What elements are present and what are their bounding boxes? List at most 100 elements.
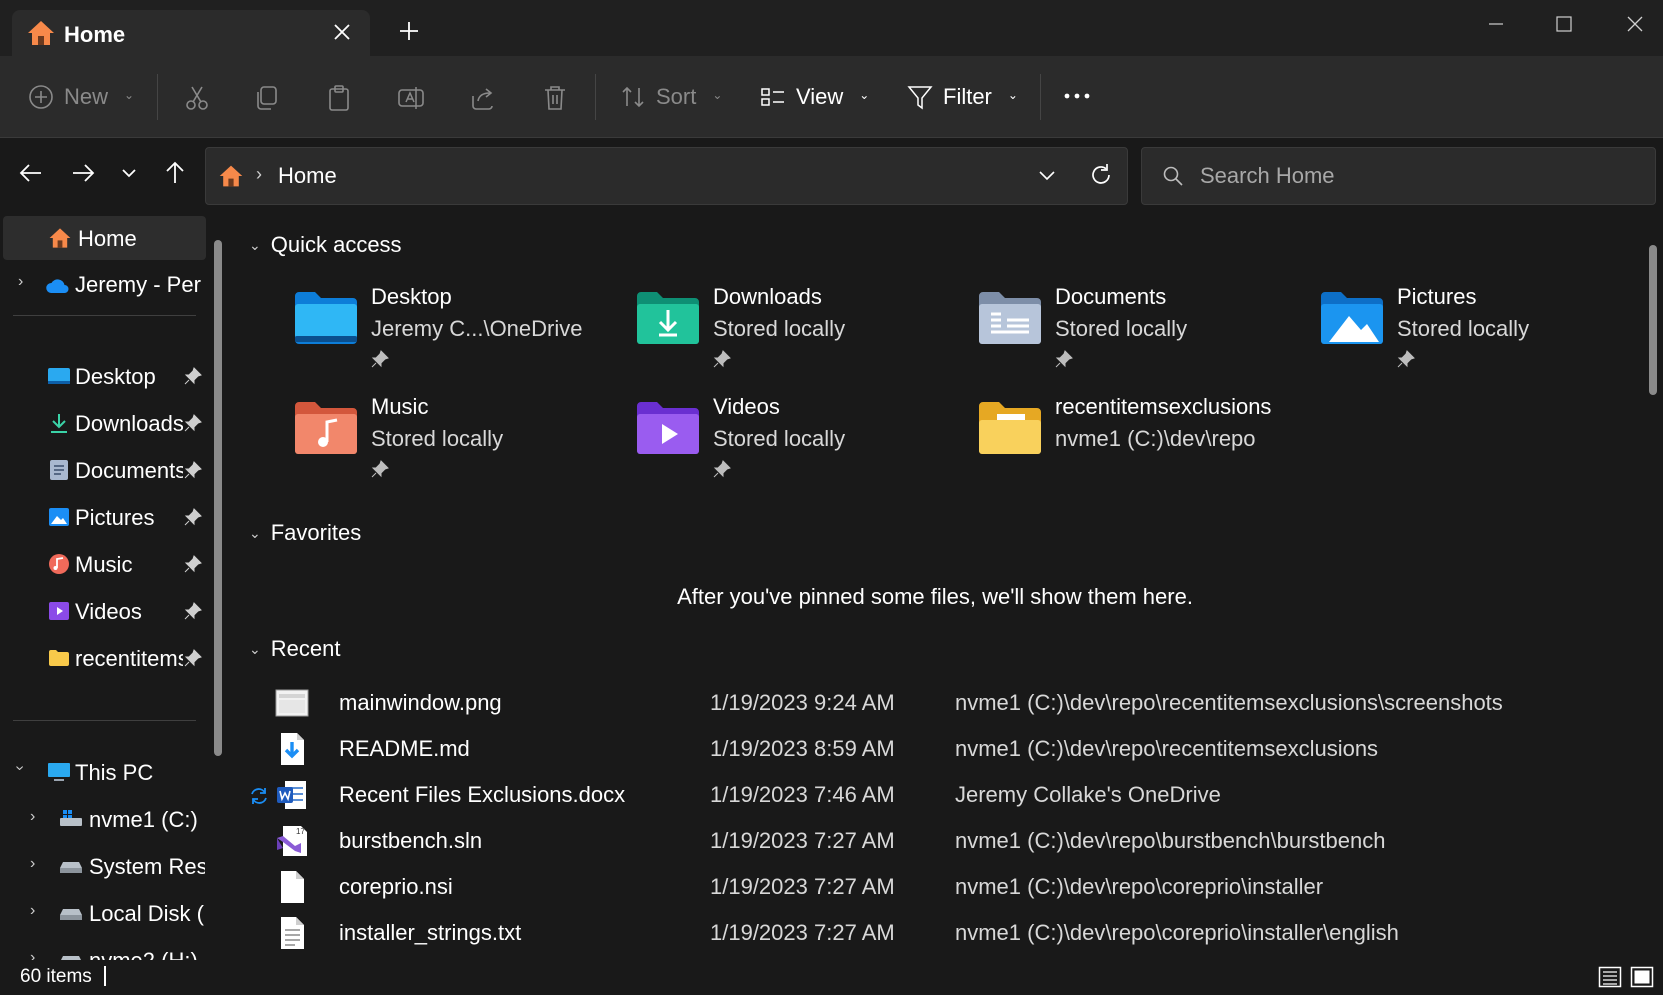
sidebar-scrollbar[interactable] [214,240,222,756]
sidebar-item-label: nvme1 (C:) [89,807,198,832]
filter-button[interactable]: Filter ⌄ [907,80,1018,114]
chevron-down-icon[interactable]: › [11,765,29,770]
quick-access-name: Pictures [1397,284,1477,309]
section-header-recent[interactable]: ⌄ Recent [249,634,340,664]
quick-access-item-documents[interactable]: Documents Stored locally [977,282,1307,378]
content-scrollbar[interactable] [1649,245,1657,395]
sidebar-item-recentitemsexclusions[interactable]: recentitemsexclusions [0,636,206,680]
table-row[interactable]: README.md 1/19/2023 8:59 AM nvme1 (C:)\d… [275,726,1595,772]
paste-icon[interactable] [325,84,353,112]
quick-access-location: Jeremy C...\OneDrive [371,316,583,341]
sidebar-item-downloads[interactable]: Downloads [0,401,206,445]
sidebar-item-system-reserved[interactable]: › System Reserved [0,844,206,888]
pin-icon[interactable] [184,649,202,667]
copy-icon[interactable] [253,84,281,112]
address-dropdown-icon[interactable] [1036,164,1058,186]
documents-folder-icon [979,292,1041,344]
title-bar: Home [0,0,1663,57]
details-view-icon[interactable] [1598,965,1622,989]
sidebar-item-home[interactable]: Home [3,216,206,260]
section-title: Recent [270,636,341,661]
view-icon [761,88,784,106]
maximize-icon[interactable] [1544,8,1584,40]
more-icon[interactable] [1062,86,1092,106]
pin-icon[interactable] [184,367,202,385]
table-row[interactable]: Recent Files Exclusions.docx 1/19/2023 7… [251,772,1595,818]
table-row[interactable]: mainwindow.png 1/19/2023 9:24 AM nvme1 (… [275,680,1595,726]
close-tab-icon[interactable] [330,20,354,44]
quick-access-location: Stored locally [1055,316,1188,341]
quick-access-item-videos[interactable]: Videos Stored locally [635,392,965,488]
file-location: nvme1 (C:)\dev\repo\coreprio\installer\e… [955,920,1399,945]
rename-icon[interactable] [397,84,425,112]
pin-icon[interactable] [184,461,202,479]
tiles-view-icon[interactable] [1630,965,1654,989]
address-bar[interactable]: › Home [205,147,1128,205]
sidebar-item-nvme2[interactable]: › nvme2 (H:) [0,938,206,960]
tab-home[interactable]: Home [12,10,370,57]
section-title: Favorites [270,520,362,545]
delete-icon[interactable] [541,84,569,112]
sidebar-item-onedrive[interactable]: › Jeremy - Personal [0,262,206,306]
file-date: 1/19/2023 7:27 AM [710,874,895,899]
table-row[interactable]: coreprio.nsi 1/19/2023 7:27 AM nvme1 (C:… [275,864,1595,910]
chevron-down-icon: ⌄ [1007,88,1018,102]
quick-access-item-music[interactable]: Music Stored locally [293,392,623,488]
quick-access-item-pictures[interactable]: Pictures Stored locally [1319,282,1635,378]
quick-access-item-downloads[interactable]: Downloads Stored locally [635,282,965,378]
chevron-down-icon: ⌄ [249,524,261,541]
search-input[interactable] [1200,160,1640,192]
close-icon[interactable] [1615,8,1655,40]
videos-folder-icon [637,402,699,454]
breadcrumb-home[interactable]: Home [278,163,337,189]
sidebar-item-local-disk-e[interactable]: › Local Disk (E:) [0,891,206,935]
chevron-right-icon[interactable]: › [30,902,35,920]
share-icon[interactable] [469,84,497,112]
search-box[interactable] [1141,147,1656,205]
pin-icon[interactable] [184,508,202,526]
pin-icon[interactable] [184,414,202,432]
sidebar-item-documents[interactable]: Documents [0,448,206,492]
file-location: nvme1 (C:)\dev\repo\coreprio\installer [955,874,1324,899]
recent-locations-icon[interactable] [116,160,142,186]
chevron-right-icon[interactable]: › [30,855,35,873]
up-icon[interactable] [162,160,188,186]
chevron-right-icon[interactable]: › [30,949,35,960]
new-button[interactable]: New ⌄ [28,80,134,114]
sidebar-item-music[interactable]: Music [0,542,206,586]
documents-icon [50,460,68,480]
divider [13,315,196,316]
sidebar-item-desktop[interactable]: Desktop [0,354,206,398]
new-tab-icon[interactable] [396,18,422,44]
sidebar-item-pictures[interactable]: Pictures [0,495,206,539]
sidebar-item-videos[interactable]: Videos [0,589,206,633]
cut-icon[interactable] [183,84,211,112]
section-header-quick-access[interactable]: ⌄ Quick access [249,230,402,260]
content-area: ⌄ Quick access Desktop Jeremy C...\OneDr… [235,212,1635,960]
table-row[interactable]: installer_strings.txt 1/19/2023 7:27 AM … [275,910,1595,956]
chevron-right-icon[interactable]: › [30,808,35,826]
quick-access-name: Documents [1055,284,1167,309]
view-button[interactable]: View ⌄ [760,80,869,114]
sort-button[interactable]: Sort ⌄ [620,80,722,114]
pictures-folder-icon [1321,292,1383,344]
pin-icon[interactable] [184,602,202,620]
sidebar-item-this-pc[interactable]: › This PC [0,750,206,794]
back-icon[interactable] [18,160,44,186]
pin-icon[interactable] [184,555,202,573]
section-header-favorites[interactable]: ⌄ Favorites [249,518,361,548]
minimize-icon[interactable] [1476,8,1516,40]
folder-icon [49,650,69,666]
table-row[interactable]: 17 burstbench.sln 1/19/2023 7:27 AM nvme… [275,818,1595,864]
forward-icon[interactable] [70,160,96,186]
folder-icon [979,402,1041,454]
quick-access-item-recentitemsexclusions[interactable]: recentitemsexclusions nvme1 (C:)\dev\rep… [977,392,1397,488]
sort-label: Sort [656,84,697,109]
quick-access-location: nvme1 (C:)\dev\repo [1055,426,1256,451]
chevron-down-icon: ⌄ [859,88,870,102]
sidebar-item-drive-c[interactable]: › nvme1 (C:) [0,797,206,841]
chevron-right-icon[interactable]: › [18,273,23,291]
quick-access-item-desktop[interactable]: Desktop Jeremy C...\OneDrive [293,282,623,378]
tab-title: Home [64,22,126,47]
refresh-icon[interactable] [1088,162,1114,188]
